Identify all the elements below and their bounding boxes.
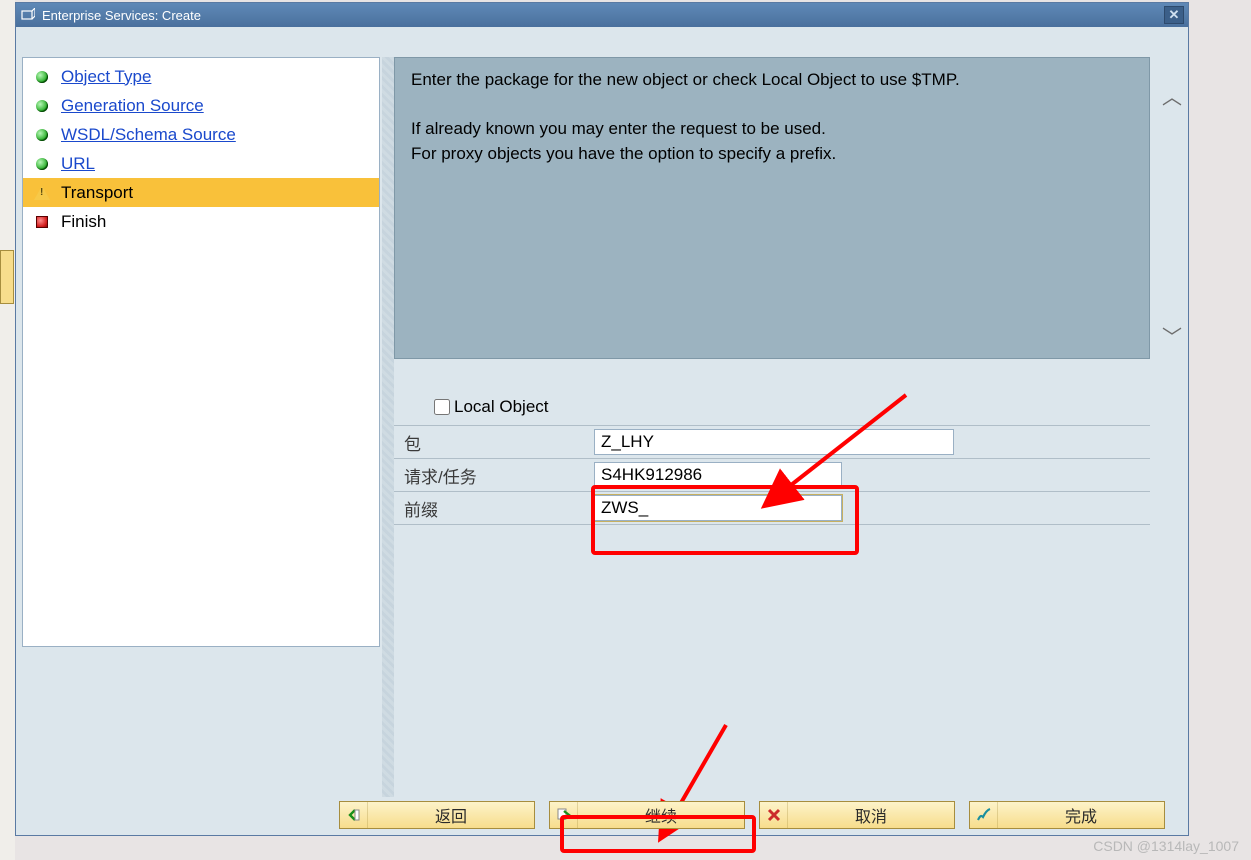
dialog-body: Object Type Generation Source WSDL/Schem…	[16, 27, 1188, 835]
dialog-window: Enterprise Services: Create ✕ Object Typ…	[15, 2, 1189, 836]
step-url[interactable]: URL	[23, 149, 379, 178]
status-warning-icon	[33, 184, 51, 202]
titlebar: Enterprise Services: Create ✕	[16, 3, 1188, 27]
wizard-steps-list: Object Type Generation Source WSDL/Schem…	[23, 58, 379, 236]
prefix-input[interactable]	[594, 495, 842, 521]
request-label: 请求/任务	[404, 463, 594, 488]
package-row: 包	[394, 425, 1150, 458]
wizard-steps-panel: Object Type Generation Source WSDL/Schem…	[22, 57, 380, 647]
cancel-icon	[760, 802, 788, 828]
transport-form: Local Object 包 请求/任务 前缀	[394, 397, 1150, 525]
instruction-line: If already known you may enter the reque…	[411, 117, 1133, 142]
prefix-row: 前缀	[394, 491, 1150, 525]
scroll-down-icon[interactable]: ﹀	[1162, 325, 1182, 345]
status-green-icon	[33, 68, 51, 86]
status-green-icon	[33, 126, 51, 144]
status-red-icon	[33, 213, 51, 231]
window-icon	[20, 7, 36, 23]
step-label: URL	[61, 154, 95, 174]
step-finish[interactable]: Finish	[23, 207, 379, 236]
step-generation-source[interactable]: Generation Source	[23, 91, 379, 120]
step-label: Generation Source	[61, 96, 204, 116]
local-object-label: Local Object	[454, 397, 549, 417]
continue-button[interactable]: 继续	[549, 801, 745, 829]
request-input[interactable]	[594, 462, 842, 488]
local-object-checkbox[interactable]	[434, 399, 450, 415]
footer-buttons: 返回 继续 取消 完成	[16, 801, 1188, 829]
step-transport[interactable]: Transport	[23, 178, 379, 207]
scroll-up-icon[interactable]: ︿	[1162, 85, 1182, 105]
back-button[interactable]: 返回	[339, 801, 535, 829]
instruction-line: For proxy objects you have the option to…	[411, 142, 1133, 167]
watermark: CSDN @1314lay_1007	[1093, 838, 1239, 854]
instructions-panel: Enter the package for the new object or …	[394, 57, 1150, 359]
close-button[interactable]: ✕	[1164, 6, 1184, 24]
continue-icon	[550, 802, 578, 828]
complete-button[interactable]: 完成	[969, 801, 1165, 829]
background-strip	[0, 0, 15, 860]
local-object-row: Local Object	[434, 397, 1150, 417]
complete-icon	[970, 802, 998, 828]
step-label: WSDL/Schema Source	[61, 125, 236, 145]
status-green-icon	[33, 155, 51, 173]
package-label: 包	[404, 430, 594, 455]
step-label: Finish	[61, 212, 106, 232]
continue-label: 继续	[578, 803, 744, 827]
status-green-icon	[33, 97, 51, 115]
cancel-label: 取消	[788, 803, 954, 827]
step-wsdl-schema-source[interactable]: WSDL/Schema Source	[23, 120, 379, 149]
package-input[interactable]	[594, 429, 954, 455]
step-object-type[interactable]: Object Type	[23, 62, 379, 91]
prefix-label: 前缀	[404, 496, 594, 521]
instruction-line: Enter the package for the new object or …	[411, 68, 1133, 93]
back-label: 返回	[368, 803, 534, 827]
step-label: Transport	[61, 183, 133, 203]
back-icon	[340, 802, 368, 828]
step-label: Object Type	[61, 67, 151, 87]
request-row: 请求/任务	[394, 458, 1150, 491]
panel-divider	[382, 57, 394, 797]
cancel-button[interactable]: 取消	[759, 801, 955, 829]
window-title: Enterprise Services: Create	[42, 8, 1164, 23]
complete-label: 完成	[998, 803, 1164, 827]
